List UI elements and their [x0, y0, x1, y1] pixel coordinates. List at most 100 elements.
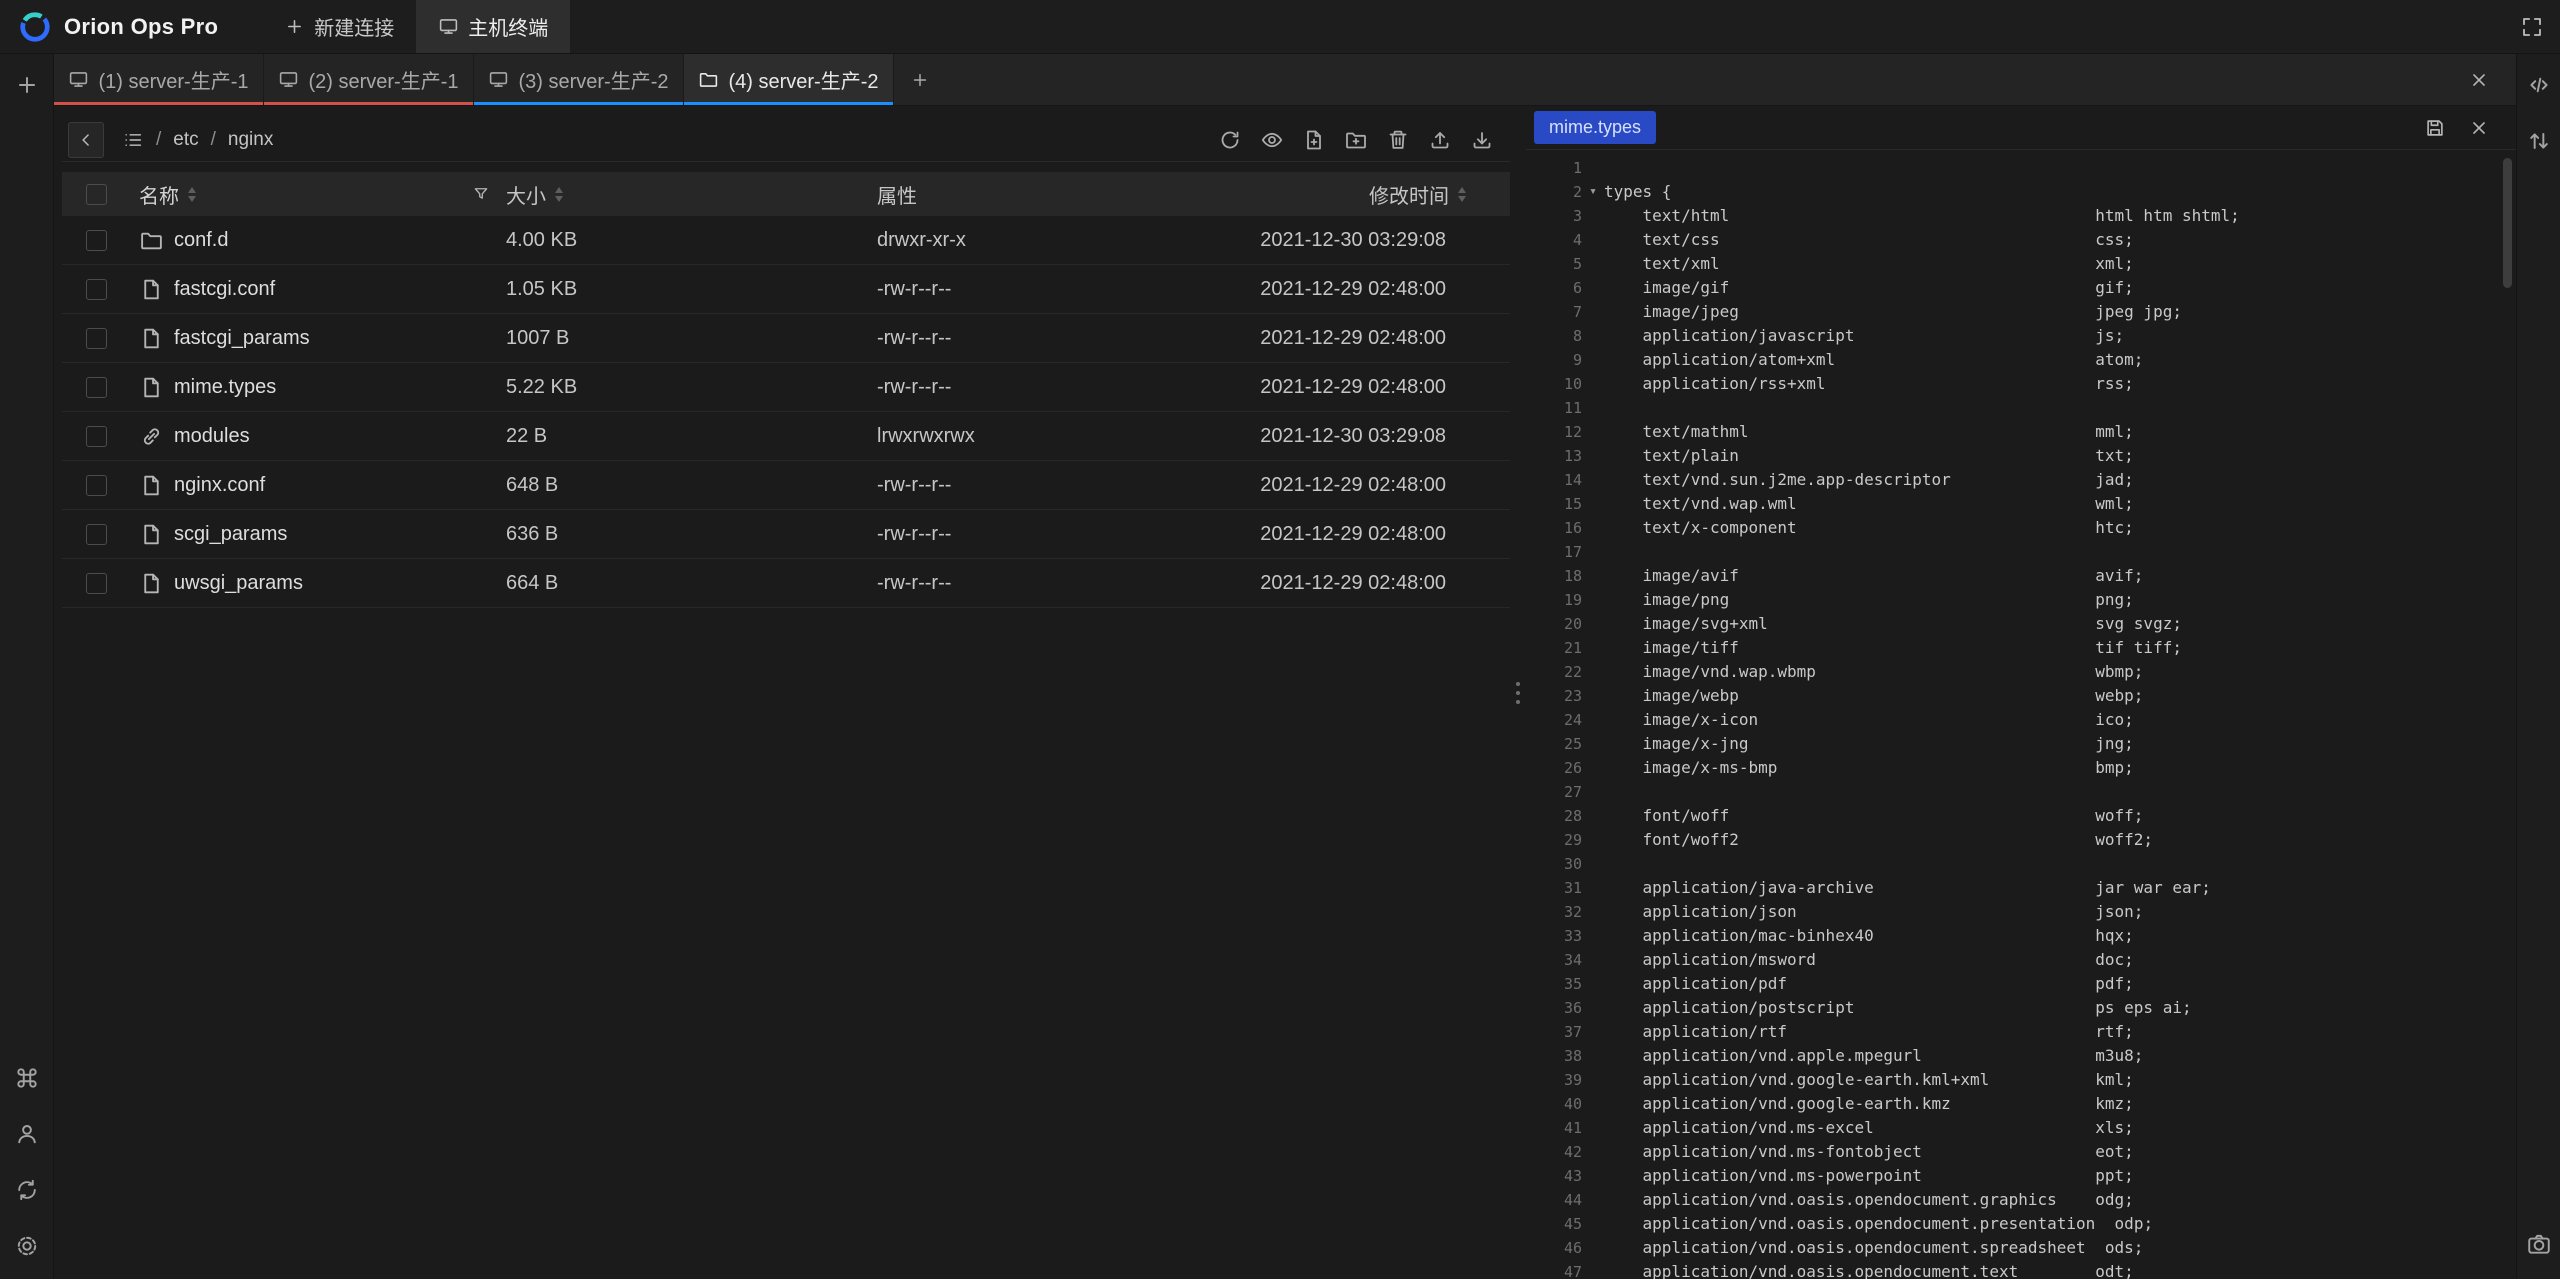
- select-all-checkbox[interactable]: [86, 184, 107, 205]
- command-button[interactable]: [10, 1061, 44, 1095]
- new-file-button[interactable]: [1302, 128, 1326, 152]
- fold-gutter: [1582, 996, 1604, 1020]
- save-button[interactable]: [2424, 117, 2446, 139]
- camera-button[interactable]: [2522, 1227, 2556, 1261]
- tab-accent-underline: [264, 102, 473, 105]
- row-checkbox[interactable]: [86, 377, 107, 398]
- row-checkbox[interactable]: [86, 328, 107, 349]
- row-checkbox[interactable]: [86, 475, 107, 496]
- line-number: 44: [1526, 1188, 1582, 1212]
- fold-gutter: [1582, 1212, 1604, 1236]
- editor-tab-mime-types[interactable]: mime.types: [1534, 111, 1656, 144]
- back-button[interactable]: [68, 122, 104, 158]
- code-area[interactable]: 12▾types {3text/htmlhtml htm shtml;4text…: [1526, 150, 2516, 1279]
- code-text: image/jpegjpeg jpg;: [1604, 300, 2182, 324]
- file-size: 636 B: [506, 523, 877, 546]
- close-all-icon[interactable]: [2468, 69, 2490, 91]
- code-text: text/plaintxt;: [1604, 444, 2134, 468]
- new-connection-button[interactable]: 新建连接: [262, 0, 416, 53]
- column-header-name[interactable]: 名称: [139, 180, 196, 209]
- column-header-size[interactable]: 大小: [506, 180, 563, 209]
- user-button[interactable]: [10, 1117, 44, 1151]
- code-line: 38application/vnd.apple.mpegurlm3u8;: [1526, 1044, 2516, 1068]
- file-row[interactable]: modules22 Blrwxrwxrwx2021-12-30 03:29:08: [62, 412, 1510, 461]
- line-number: 46: [1526, 1236, 1582, 1260]
- code-icon: [2526, 72, 2552, 98]
- file-row[interactable]: fastcgi.conf1.05 KB-rw-r--r--2021-12-29 …: [62, 265, 1510, 314]
- breadcrumb-segment-nginx[interactable]: nginx: [228, 129, 273, 151]
- file-name: scgi_params: [174, 523, 287, 546]
- line-number: 31: [1526, 876, 1582, 900]
- panel-splitter[interactable]: [1510, 106, 1526, 1279]
- file-row[interactable]: conf.d4.00 KBdrwxr-xr-x2021-12-30 03:29:…: [62, 216, 1510, 265]
- code-line: 26image/x-ms-bmpbmp;: [1526, 756, 2516, 780]
- new-connection-label: 新建连接: [314, 12, 394, 41]
- code-line: 24image/x-iconico;: [1526, 708, 2516, 732]
- session-tab[interactable]: (1) server-生产-1: [54, 54, 264, 105]
- row-checkbox[interactable]: [86, 426, 107, 447]
- line-number: 47: [1526, 1260, 1582, 1279]
- code-line: 12text/mathmlmml;: [1526, 420, 2516, 444]
- fold-gutter: [1582, 468, 1604, 492]
- file-row[interactable]: uwsgi_params664 B-rw-r--r--2021-12-29 02…: [62, 559, 1510, 608]
- file-row[interactable]: nginx.conf648 B-rw-r--r--2021-12-29 02:4…: [62, 461, 1510, 510]
- row-checkbox[interactable]: [86, 524, 107, 545]
- breadcrumb-segment-etc[interactable]: etc: [173, 129, 198, 151]
- file-row[interactable]: scgi_params636 B-rw-r--r--2021-12-29 02:…: [62, 510, 1510, 559]
- session-tab[interactable]: (4) server-生产-2: [684, 54, 894, 105]
- plus-icon: [14, 72, 40, 98]
- code-line: 39application/vnd.google-earth.kml+xmlkm…: [1526, 1068, 2516, 1092]
- line-number: 7: [1526, 300, 1582, 324]
- fold-gutter: [1582, 852, 1604, 876]
- upload-button[interactable]: [1428, 128, 1452, 152]
- session-tab[interactable]: (2) server-生产-1: [264, 54, 474, 105]
- line-number: 40: [1526, 1092, 1582, 1116]
- line-number: 3: [1526, 204, 1582, 228]
- file-size: 1.05 KB: [506, 278, 877, 301]
- new-folder-button[interactable]: [1344, 128, 1368, 152]
- file-mtime: 2021-12-29 02:48:00: [1207, 572, 1510, 595]
- file-row[interactable]: mime.types5.22 KB-rw-r--r--2021-12-29 02…: [62, 363, 1510, 412]
- fold-gutter: [1582, 1140, 1604, 1164]
- rail-add-button[interactable]: [10, 68, 44, 102]
- sync-button[interactable]: [10, 1173, 44, 1207]
- fold-gutter: [1582, 564, 1604, 588]
- fold-gutter: [1582, 828, 1604, 852]
- download-button[interactable]: [1470, 128, 1494, 152]
- swap-vertical-button[interactable]: [2522, 124, 2556, 158]
- code-button[interactable]: [2522, 68, 2556, 102]
- code-line: 34application/msworddoc;: [1526, 948, 2516, 972]
- row-checkbox[interactable]: [86, 230, 107, 251]
- session-tab[interactable]: (3) server-生产-2: [474, 54, 684, 105]
- fold-chevron-icon[interactable]: ▾: [1582, 180, 1604, 204]
- delete-button[interactable]: [1386, 128, 1410, 152]
- fold-gutter: [1582, 324, 1604, 348]
- fold-gutter: [1582, 444, 1604, 468]
- preview-icon: [1260, 128, 1284, 152]
- close-editor-button[interactable]: [2468, 117, 2490, 139]
- code-text: application/vnd.oasis.opendocument.graph…: [1604, 1188, 2134, 1212]
- app-logo-icon: [18, 10, 52, 44]
- code-line: 21image/tifftif tiff;: [1526, 636, 2516, 660]
- sort-carets-icon: [1458, 187, 1466, 202]
- row-checkbox[interactable]: [86, 279, 107, 300]
- file-row[interactable]: fastcgi_params1007 B-rw-r--r--2021-12-29…: [62, 314, 1510, 363]
- settings-button[interactable]: [10, 1229, 44, 1263]
- column-header-mtime[interactable]: 修改时间: [1369, 180, 1466, 209]
- add-session-tab-button[interactable]: [894, 54, 946, 105]
- filter-funnel-icon[interactable]: [472, 185, 490, 203]
- refresh-button[interactable]: [1218, 128, 1242, 152]
- code-text: font/woffwoff;: [1604, 804, 2143, 828]
- fullscreen-button[interactable]: [2504, 15, 2560, 39]
- code-text: image/pngpng;: [1604, 588, 2134, 612]
- code-text: application/vnd.ms-excelxls;: [1604, 1116, 2134, 1140]
- host-terminal-menu-item[interactable]: 主机终端: [416, 0, 570, 53]
- file-mode: drwxr-xr-x: [877, 229, 1207, 252]
- row-checkbox[interactable]: [86, 573, 107, 594]
- line-number: 22: [1526, 660, 1582, 684]
- editor-scrollbar-thumb[interactable]: [2503, 158, 2512, 288]
- path-list-icon[interactable]: [122, 129, 144, 151]
- preview-button[interactable]: [1260, 128, 1284, 152]
- line-number: 28: [1526, 804, 1582, 828]
- fold-gutter: [1582, 1020, 1604, 1044]
